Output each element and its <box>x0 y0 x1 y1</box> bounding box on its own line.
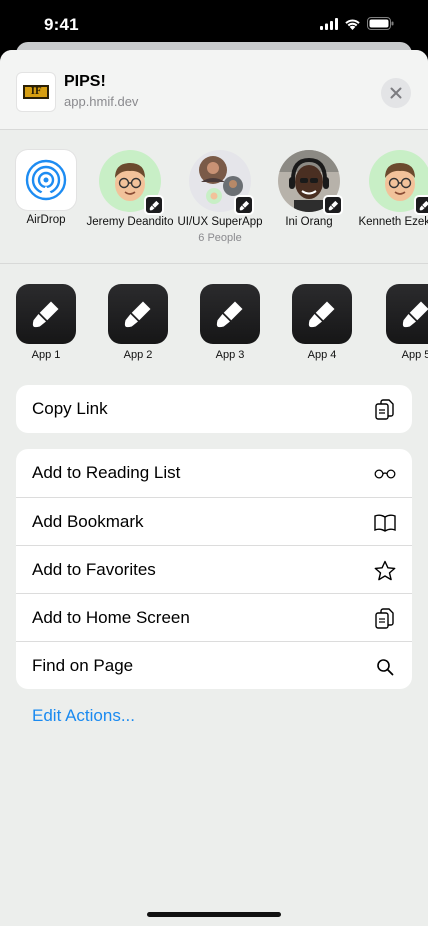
person-jeremy[interactable]: Jeremy Deandito <box>85 150 175 229</box>
copy-icon <box>374 608 396 630</box>
app-icon <box>200 284 260 344</box>
status-time: 9:41 <box>44 15 79 34</box>
copy-icon <box>374 399 396 421</box>
close-button[interactable] <box>381 78 411 108</box>
search-icon <box>374 656 396 678</box>
app-icon <box>16 284 76 344</box>
find-on-page-button[interactable]: Find on Page <box>16 641 412 689</box>
row-label: Add to Home Screen <box>32 607 190 627</box>
app-4[interactable]: App 4 <box>282 284 362 361</box>
row-label: Add to Favorites <box>32 559 156 579</box>
person-ini-orang[interactable]: Ini Orang <box>264 150 354 229</box>
share-header: IF PIPS! app.hmif.dev <box>0 50 428 130</box>
app-icon <box>292 284 352 344</box>
copy-link-button[interactable]: Copy Link <box>16 385 412 433</box>
row-label: Add Bookmark <box>32 511 144 531</box>
app-label: App 4 <box>307 349 337 361</box>
row-label: Copy Link <box>32 399 108 418</box>
app-5[interactable]: App 5 <box>376 284 428 361</box>
brush-icon <box>124 301 151 328</box>
person-name: Jeremy Deandito <box>86 216 174 228</box>
brush-icon <box>216 301 243 328</box>
app-badge <box>144 195 164 215</box>
wifi-icon <box>345 19 360 30</box>
app-label: App 3 <box>215 349 245 361</box>
person-name: AirDrop <box>26 214 66 226</box>
row-label: Find on Page <box>32 655 134 675</box>
airdrop-tile <box>16 150 76 210</box>
app-label: App 1 <box>31 349 61 361</box>
brush-icon <box>308 301 335 328</box>
app-icon <box>108 284 168 344</box>
star-icon <box>374 560 396 582</box>
person-kenneth[interactable]: Kenneth Ezekiel <box>355 150 428 229</box>
copy-link-group: Copy Link <box>16 385 412 433</box>
person-group-uiux[interactable]: UI/UX SuperApp 6 People <box>175 150 265 244</box>
cellular-signal-icon <box>320 17 338 30</box>
person-name: UI/UX SuperApp <box>177 216 263 228</box>
app-2[interactable]: App 2 <box>98 284 178 361</box>
home-indicator[interactable] <box>147 912 281 917</box>
book-icon <box>374 512 396 534</box>
share-sheet: IF PIPS! app.hmif.dev AirDrop Jeremy Dea… <box>0 50 428 926</box>
battery-icon <box>367 17 394 30</box>
app-1[interactable]: App 1 <box>6 284 86 361</box>
site-thumbnail: IF <box>16 72 56 112</box>
site-logo: IF <box>23 85 49 99</box>
brush-icon <box>402 301 428 328</box>
close-icon <box>390 87 402 99</box>
add-to-favorites-button[interactable]: Add to Favorites <box>16 545 412 593</box>
status-icons <box>320 17 394 30</box>
row-label: Add to Reading List <box>32 463 181 482</box>
person-name: Ini Orang <box>285 216 333 228</box>
actions-group: Add to Reading List Add Bookmark Add to … <box>16 449 412 689</box>
site-title: PIPS! <box>64 73 106 90</box>
person-name: Kenneth Ezekiel <box>358 216 428 228</box>
edit-actions-link[interactable]: Edit Actions... <box>32 706 135 726</box>
airdrop-icon <box>25 159 67 201</box>
airdrop-target[interactable]: AirDrop <box>1 150 91 227</box>
add-to-home-screen-button[interactable]: Add to Home Screen <box>16 593 412 641</box>
brush-icon <box>149 200 159 210</box>
add-to-reading-list-button[interactable]: Add to Reading List <box>16 449 412 497</box>
brush-icon <box>239 200 249 210</box>
brush-icon <box>32 301 59 328</box>
add-bookmark-button[interactable]: Add Bookmark <box>16 497 412 545</box>
app-badge <box>414 195 428 215</box>
people-row: AirDrop Jeremy Deandito UI/UX SuperApp 6… <box>0 130 428 264</box>
group-member-count: 6 People <box>198 232 242 244</box>
app-label: App 2 <box>123 349 153 361</box>
glasses-icon <box>374 463 396 485</box>
app-badge <box>323 195 343 215</box>
app-icon <box>386 284 428 344</box>
brush-icon <box>419 200 428 210</box>
apps-row: App 1 App 2 App 3 App 4 App 5 <box>0 264 428 374</box>
brush-icon <box>328 200 338 210</box>
app-badge <box>234 195 254 215</box>
app-label: App 5 <box>401 349 428 361</box>
app-3[interactable]: App 3 <box>190 284 270 361</box>
site-url: app.hmif.dev <box>64 94 139 109</box>
